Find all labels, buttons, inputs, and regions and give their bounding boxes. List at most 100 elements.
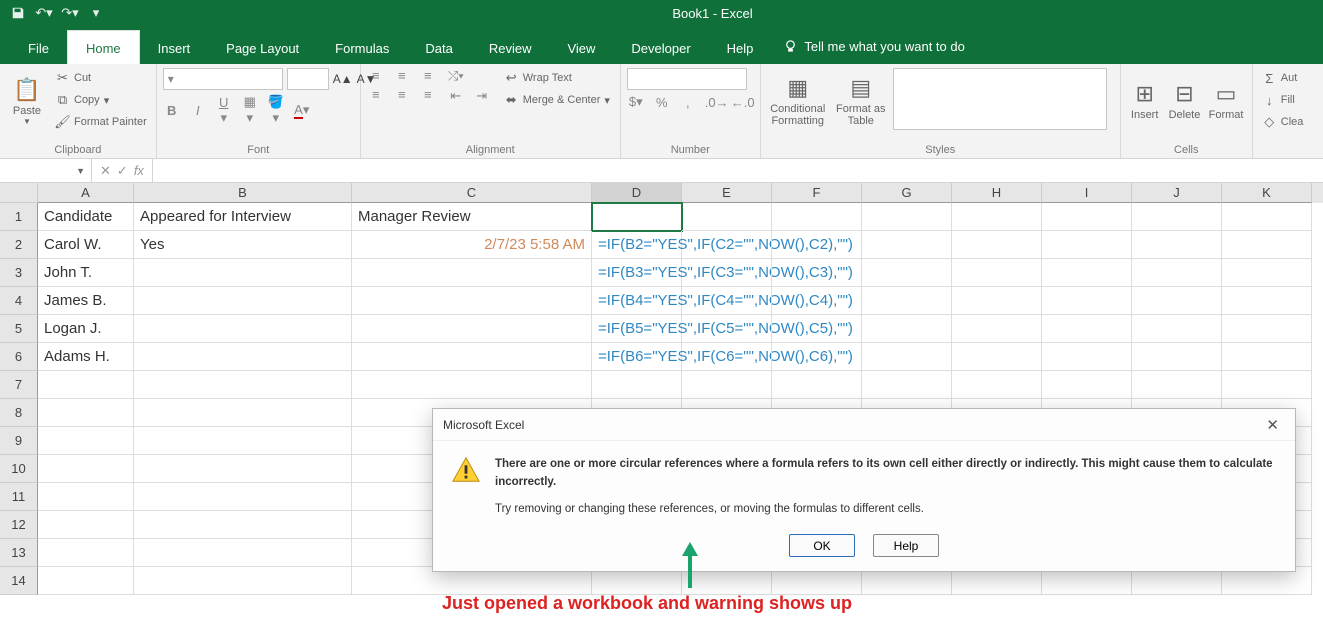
cell-G2[interactable] <box>862 231 952 259</box>
cell-B2[interactable]: Yes <box>134 231 352 259</box>
tab-home[interactable]: Home <box>67 30 140 64</box>
column-header-B[interactable]: B <box>134 183 352 203</box>
cell-I3[interactable] <box>1042 259 1132 287</box>
cell-B6[interactable] <box>134 343 352 371</box>
cell-J2[interactable] <box>1132 231 1222 259</box>
row-header-2[interactable]: 2 <box>0 231 38 259</box>
dialog-titlebar[interactable]: Microsoft Excel ✕ <box>433 409 1295 441</box>
qat-customize-icon[interactable]: ▾ <box>84 2 108 24</box>
redo-icon[interactable]: ↷▾ <box>58 2 82 24</box>
increase-decimal-icon[interactable]: .0→ <box>705 95 723 110</box>
cell-B9[interactable] <box>134 427 352 455</box>
cell-F7[interactable] <box>772 371 862 399</box>
fill-color-button[interactable]: 🪣▾ <box>267 94 285 126</box>
cell-K3[interactable] <box>1222 259 1312 287</box>
percent-icon[interactable]: % <box>653 95 671 110</box>
row-header-11[interactable]: 11 <box>0 483 38 511</box>
cell-J4[interactable] <box>1132 287 1222 315</box>
cell-A4[interactable]: James B. <box>38 287 134 315</box>
cell-H3[interactable] <box>952 259 1042 287</box>
cell-E7[interactable] <box>682 371 772 399</box>
cell-H2[interactable] <box>952 231 1042 259</box>
cell-F6[interactable] <box>772 343 862 371</box>
row-header-13[interactable]: 13 <box>0 539 38 567</box>
tab-page-layout[interactable]: Page Layout <box>208 31 317 64</box>
cell-A10[interactable] <box>38 455 134 483</box>
column-header-I[interactable]: I <box>1042 183 1132 203</box>
help-button[interactable]: Help <box>873 534 939 557</box>
cell-B13[interactable] <box>134 539 352 567</box>
cell-H6[interactable] <box>952 343 1042 371</box>
copy-button[interactable]: ⧉Copy ▾ <box>52 90 150 110</box>
cell-C2[interactable]: 2/7/23 5:58 AM <box>352 231 592 259</box>
insert-cells-button[interactable]: ⊞Insert <box>1127 68 1163 134</box>
cell-K6[interactable] <box>1222 343 1312 371</box>
cell-A12[interactable] <box>38 511 134 539</box>
font-name-combo[interactable]: ▾ <box>163 68 283 90</box>
cell-G6[interactable] <box>862 343 952 371</box>
align-middle-icon[interactable]: ≡ <box>393 68 411 83</box>
cell-B5[interactable] <box>134 315 352 343</box>
tab-insert[interactable]: Insert <box>140 31 209 64</box>
cell-D4[interactable]: =IF(B4="YES",IF(C4="",NOW(),C4),"") <box>592 287 682 315</box>
wrap-text-button[interactable]: ↩Wrap Text <box>501 68 613 88</box>
cell-D7[interactable] <box>592 371 682 399</box>
cell-A11[interactable] <box>38 483 134 511</box>
row-header-10[interactable]: 10 <box>0 455 38 483</box>
cell-D2[interactable]: =IF(B2="YES",IF(C2="",NOW(),C2),"") <box>592 231 682 259</box>
cell-J5[interactable] <box>1132 315 1222 343</box>
column-header-F[interactable]: F <box>772 183 862 203</box>
cell-C4[interactable] <box>352 287 592 315</box>
formula-bar-input[interactable] <box>153 159 1323 182</box>
cell-G4[interactable] <box>862 287 952 315</box>
cell-B8[interactable] <box>134 399 352 427</box>
format-painter-button[interactable]: 🖌Format Painter <box>52 112 150 132</box>
save-icon[interactable] <box>6 2 30 24</box>
decrease-decimal-icon[interactable]: ←.0 <box>731 95 749 110</box>
cell-H7[interactable] <box>952 371 1042 399</box>
align-bottom-icon[interactable]: ≡ <box>419 68 437 83</box>
format-cells-button[interactable]: ▭Format <box>1206 68 1245 134</box>
column-header-J[interactable]: J <box>1132 183 1222 203</box>
align-right-icon[interactable]: ≡ <box>419 87 437 102</box>
row-header-8[interactable]: 8 <box>0 399 38 427</box>
undo-icon[interactable]: ↶▾ <box>32 2 56 24</box>
column-header-C[interactable]: C <box>352 183 592 203</box>
clear-button[interactable]: ◇Clea <box>1259 112 1307 132</box>
align-center-icon[interactable]: ≡ <box>393 87 411 102</box>
cell-G5[interactable] <box>862 315 952 343</box>
cell-A6[interactable]: Adams H. <box>38 343 134 371</box>
column-header-G[interactable]: G <box>862 183 952 203</box>
cell-B3[interactable] <box>134 259 352 287</box>
decrease-indent-icon[interactable]: ⇤ <box>447 88 465 104</box>
cell-A9[interactable] <box>38 427 134 455</box>
cell-K4[interactable] <box>1222 287 1312 315</box>
cell-F3[interactable] <box>772 259 862 287</box>
cell-H4[interactable] <box>952 287 1042 315</box>
tab-help[interactable]: Help <box>709 31 772 64</box>
column-header-K[interactable]: K <box>1222 183 1312 203</box>
cell-E4[interactable] <box>682 287 772 315</box>
cell-A3[interactable]: John T. <box>38 259 134 287</box>
row-header-3[interactable]: 3 <box>0 259 38 287</box>
cell-F1[interactable] <box>772 203 862 231</box>
increase-font-icon[interactable]: A▲ <box>333 72 353 86</box>
cell-F4[interactable] <box>772 287 862 315</box>
cell-I1[interactable] <box>1042 203 1132 231</box>
cell-I4[interactable] <box>1042 287 1132 315</box>
cell-E1[interactable] <box>682 203 772 231</box>
cell-E2[interactable] <box>682 231 772 259</box>
cell-C5[interactable] <box>352 315 592 343</box>
cell-J3[interactable] <box>1132 259 1222 287</box>
select-all-corner[interactable] <box>0 183 38 203</box>
align-top-icon[interactable]: ≡ <box>367 68 385 83</box>
cell-D5[interactable]: =IF(B5="YES",IF(C5="",NOW(),C5),"") <box>592 315 682 343</box>
font-color-button[interactable]: A▾ <box>293 102 311 118</box>
font-size-combo[interactable] <box>287 68 329 90</box>
row-header-7[interactable]: 7 <box>0 371 38 399</box>
tab-data[interactable]: Data <box>407 31 470 64</box>
name-box[interactable]: ▼ <box>0 159 92 182</box>
cell-G3[interactable] <box>862 259 952 287</box>
row-header-1[interactable]: 1 <box>0 203 38 231</box>
cut-button[interactable]: ✂Cut <box>52 68 150 88</box>
